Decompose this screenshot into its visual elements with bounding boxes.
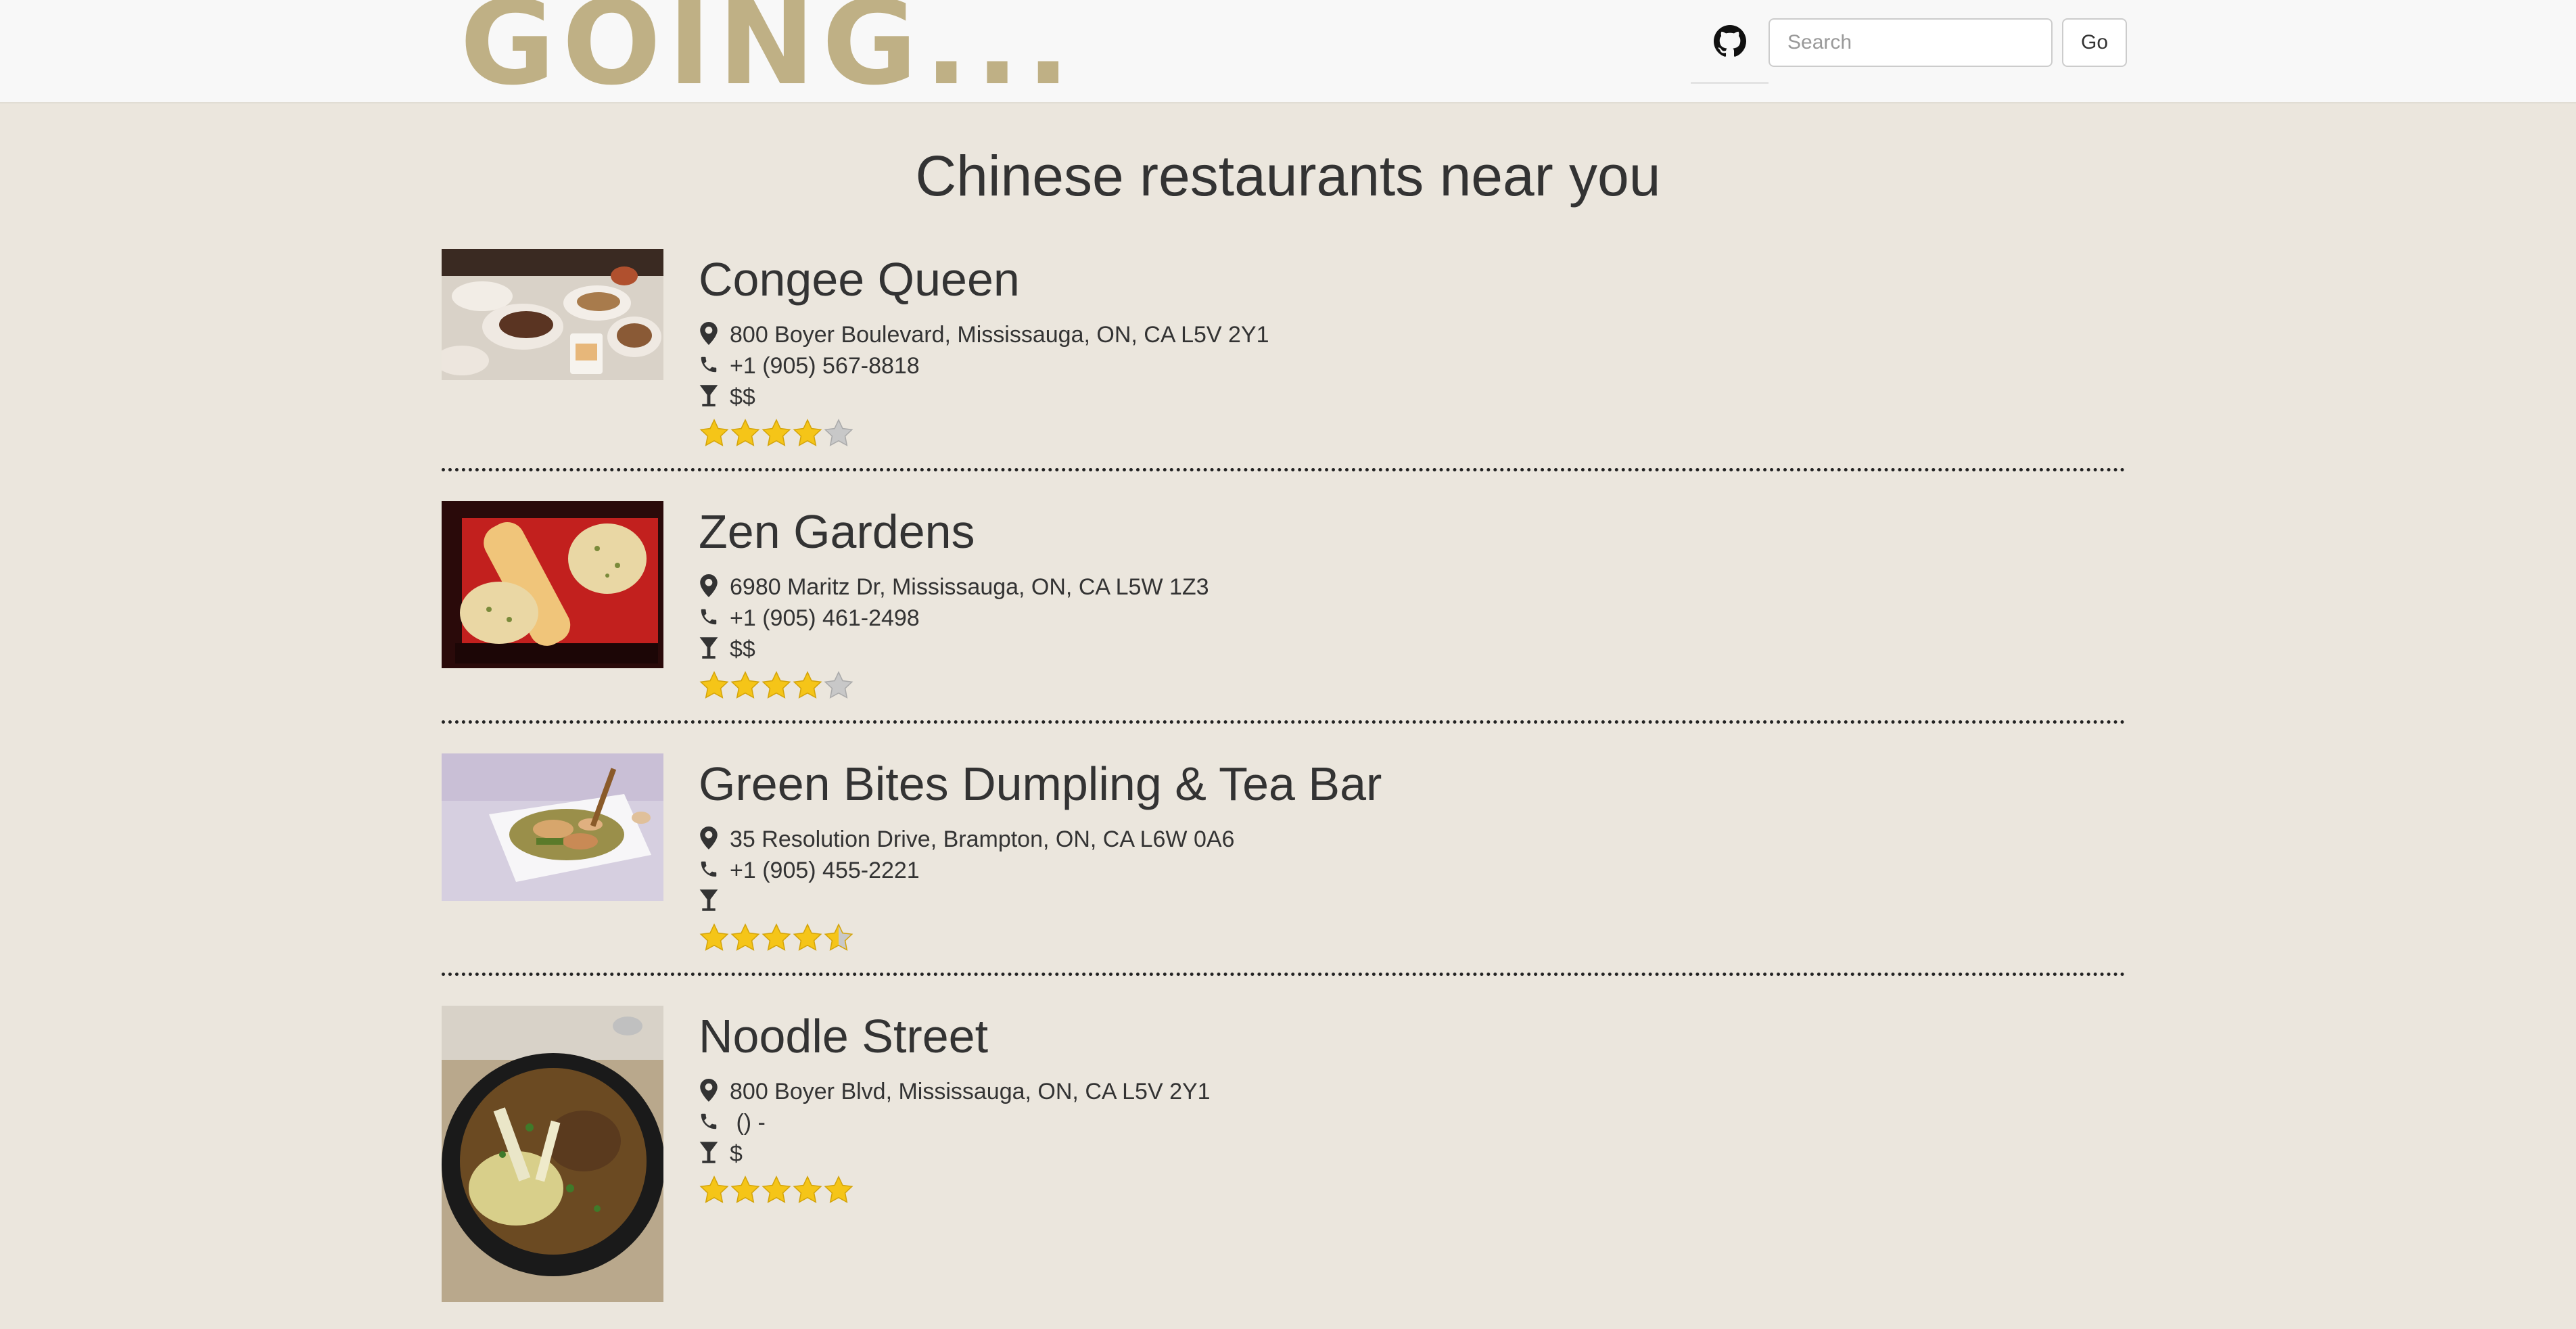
restaurant-name[interactable]: Green Bites Dumpling & Tea Bar [699,753,1382,814]
star-rating [699,923,854,957]
address-text: 35 Resolution Drive, Brampton, ON, CA L6… [730,826,1235,852]
price-text: $$ [730,384,755,410]
star-icon [793,1175,822,1203]
github-link[interactable] [1691,0,1769,84]
star-icon [762,419,791,446]
restaurant-photo[interactable] [442,1006,663,1302]
go-button[interactable]: Go [2062,18,2127,67]
phone-icon [701,1113,717,1129]
star-icon [699,671,729,699]
star-icon [730,1175,760,1203]
restaurant-name[interactable]: Zen Gardens [699,501,975,562]
cocktail-glass-icon [699,1142,718,1163]
star-icon [793,671,822,699]
address-text: 800 Boyer Boulevard, Mississauga, ON, CA… [730,322,1269,348]
restaurant-photo[interactable] [442,753,663,901]
restaurant-photo[interactable] [442,501,663,668]
restaurant-card: Congee Queen 800 Boyer Boulevard, Missis… [442,249,2126,452]
restaurant-card: Green Bites Dumpling & Tea Bar 35 Resolu… [442,753,2126,956]
restaurant-address: 6980 Maritz Dr, Mississauga, ON, CA L5W … [699,572,1209,602]
star-icon [730,419,760,446]
star-rating [699,418,854,452]
restaurant-name[interactable]: Noodle Street [699,1006,988,1067]
restaurant-address: 35 Resolution Drive, Brampton, ON, CA L6… [699,824,1234,854]
price-text: $ [730,1141,743,1167]
restaurant-address: 800 Boyer Blvd, Mississauga, ON, CA L5V … [699,1077,1211,1106]
star-icon [730,671,760,699]
star-icon [699,1175,729,1203]
star-icon [730,923,760,951]
star-icon [824,1175,853,1203]
phone-text: +1 (905) 461-2498 [730,605,920,631]
map-marker-icon [700,322,718,345]
restaurant-phone: +1 (905) 567-8818 [699,351,920,381]
card-divider [442,973,2126,976]
phone-icon [701,609,717,625]
restaurant-phone: +1 (905) 461-2498 [699,603,920,633]
phone-text: () - [730,1110,766,1136]
restaurant-price [699,887,730,916]
star-icon [699,419,729,446]
restaurant-name[interactable]: Congee Queen [699,249,1020,310]
star-icon [793,923,822,951]
github-icon [1713,24,1746,57]
page-title: Chinese restaurants near you [915,144,1661,208]
restaurant-price: $$ [699,634,755,664]
restaurant-price: $$ [699,382,755,412]
phone-text-prefix: 800 Boyer Blvd, Mississauga, ON, CA L5V … [730,1079,1211,1104]
star-icon [762,1175,791,1203]
star-rating [699,670,854,705]
restaurant-card: Zen Gardens 6980 Maritz Dr, Mississauga,… [442,501,2126,704]
cocktail-glass-icon [699,385,718,406]
card-divider [442,720,2126,724]
brand-logo[interactable]: GOING... [460,0,1077,101]
map-marker-icon [700,826,718,849]
restaurant-phone: () - [699,1108,766,1138]
star-icon [824,419,853,446]
restaurant-address: 800 Boyer Boulevard, Mississauga, ON, CA… [699,320,1269,350]
card-divider [442,468,2126,471]
map-marker-icon [700,574,718,597]
star-icon [793,419,822,446]
star-rating [699,1175,854,1209]
phone-icon [701,356,717,373]
phone-icon [701,861,717,877]
address-text: 6980 Maritz Dr, Mississauga, ON, CA L5W … [730,574,1209,600]
restaurant-price: $ [699,1139,743,1169]
star-icon [762,923,791,951]
restaurant-phone: +1 (905) 455-2221 [699,856,920,885]
star-icon [824,923,853,951]
map-marker-icon [700,1079,718,1102]
star-icon [762,671,791,699]
restaurant-photo[interactable] [442,249,663,380]
search-input[interactable] [1769,18,2053,67]
phone-text: +1 (905) 567-8818 [730,353,920,379]
star-icon [824,671,853,699]
cocktail-glass-icon [699,637,718,659]
navbar: GOING... Go [0,0,2576,103]
price-text: $$ [730,636,755,662]
cocktail-glass-icon [699,889,718,911]
restaurant-card: Noodle Street 800 Boyer Blvd, Mississaug… [442,1006,2126,1303]
phone-text: +1 (905) 455-2221 [730,858,920,883]
star-icon [699,923,729,951]
